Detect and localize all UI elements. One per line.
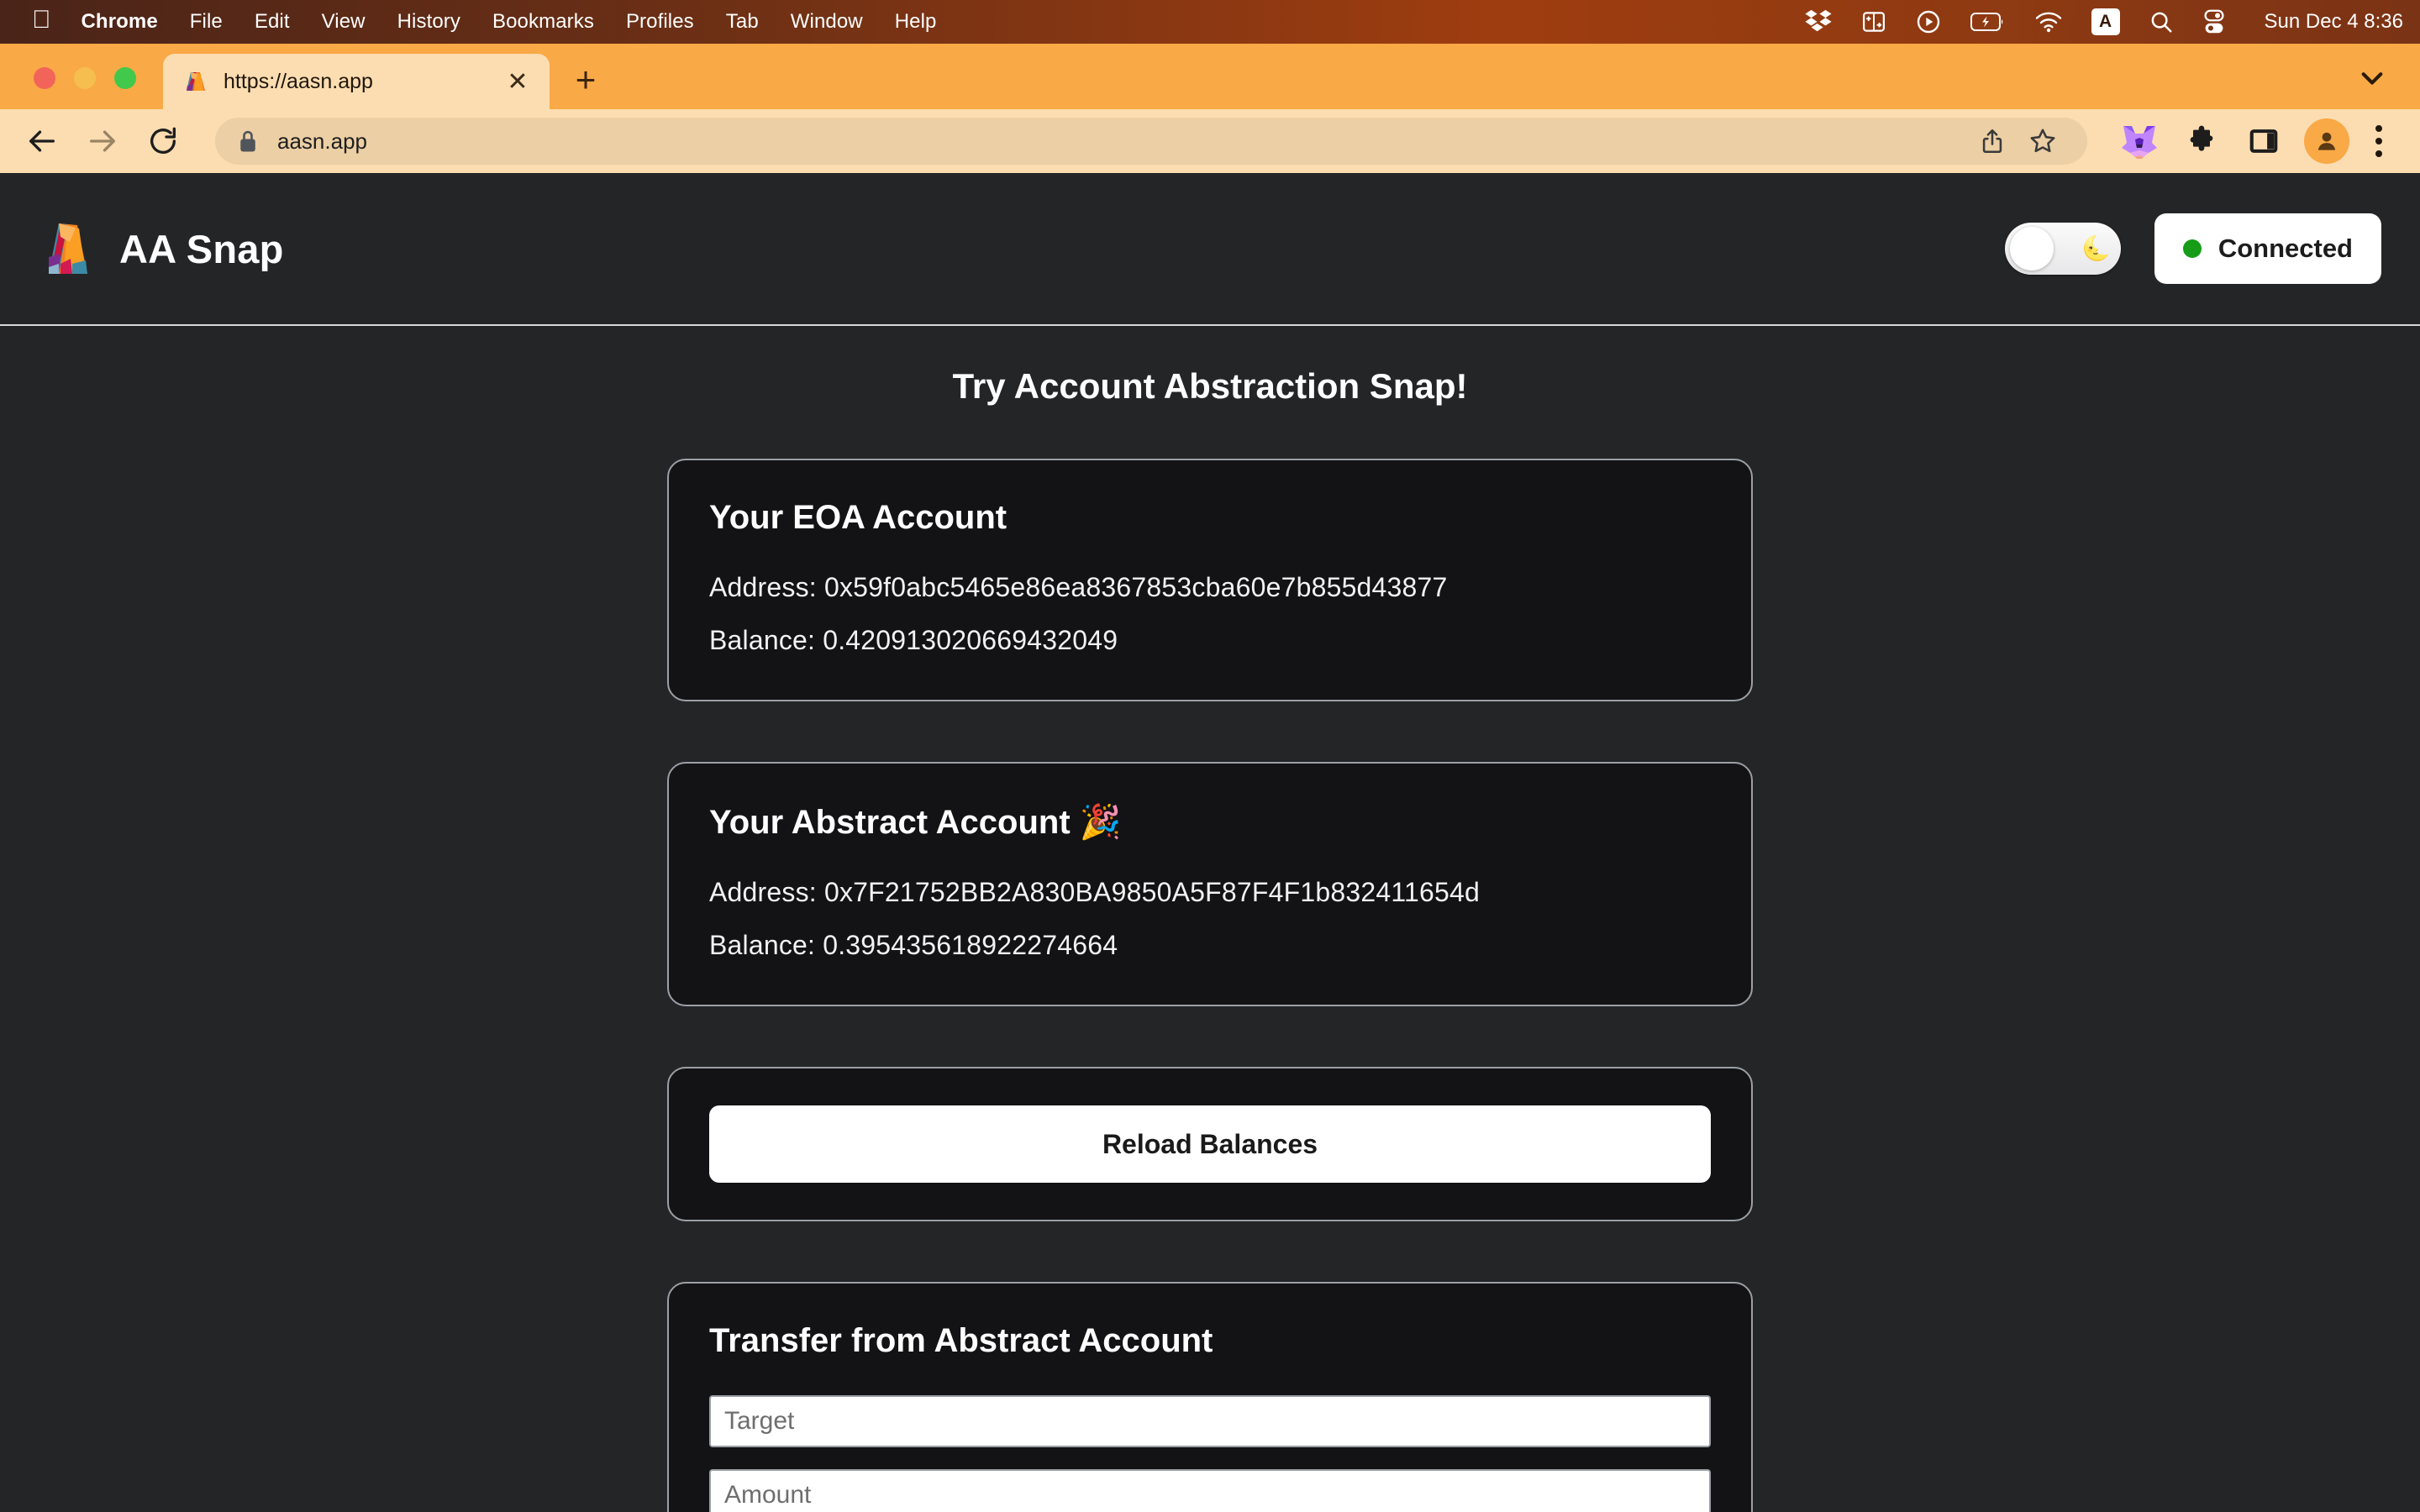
- browser-tab-strip: https://aasn.app ✕ +: [0, 44, 2420, 109]
- menu-item-bookmarks[interactable]: Bookmarks: [492, 10, 594, 34]
- search-icon[interactable]: [2149, 9, 2174, 34]
- menubar-tray: A Sun Dec 4 8:36: [1804, 8, 2403, 36]
- abstract-account-balance: Balance: 0.395435618922274664: [709, 930, 1118, 960]
- control-center-icon[interactable]: [2202, 9, 2226, 34]
- window-split-icon[interactable]: [1861, 9, 1886, 34]
- eoa-account-card: Your EOA Account Address: 0x59f0abc5465e…: [667, 459, 1753, 701]
- page-viewport: AA Snap 🌜 Connected Try Account Abstract…: [0, 173, 2420, 1512]
- macos-menubar:  Chrome File Edit View History Bookmark…: [0, 0, 2420, 44]
- puzzle-piece-icon[interactable]: [2176, 116, 2227, 166]
- input-source-a-icon[interactable]: A: [2091, 8, 2120, 35]
- new-tab-button[interactable]: +: [560, 54, 612, 106]
- page-content: Try Account Abstraction Snap! Your EOA A…: [0, 326, 2420, 1512]
- metamask-fox-icon[interactable]: [2114, 116, 2165, 166]
- window-traffic-lights: [0, 67, 158, 109]
- reload-icon[interactable]: [136, 114, 190, 168]
- share-icon[interactable]: [1970, 118, 2015, 164]
- profile-avatar-icon[interactable]: [2304, 118, 2349, 164]
- kebab-dot: [2375, 125, 2382, 132]
- brand-name: AA Snap: [119, 226, 284, 271]
- toggle-knob: [2009, 227, 2054, 270]
- arrow-left-icon[interactable]: [15, 114, 69, 168]
- abstract-account-address: Address: 0x7F21752BB2A830BA9850A5F87F4F1…: [709, 877, 1480, 907]
- kebab-dot: [2375, 138, 2382, 144]
- browser-tab-title: https://aasn.app: [224, 69, 373, 93]
- transfer-target-input[interactable]: [709, 1395, 1711, 1447]
- connection-status-button[interactable]: Connected: [2154, 213, 2381, 284]
- reload-balances-button[interactable]: Reload Balances: [709, 1105, 1711, 1183]
- page-title: Try Account Abstraction Snap!: [952, 366, 1468, 406]
- connection-status-label: Connected: [2217, 234, 2353, 263]
- aa-snap-favicon: [183, 69, 208, 94]
- lock-icon[interactable]: [237, 129, 259, 154]
- menubar-clock[interactable]: Sun Dec 4 8:36: [2265, 10, 2403, 34]
- kebab-dot: [2375, 150, 2382, 157]
- status-indicator-dot: [2182, 239, 2202, 258]
- browser-tab[interactable]: https://aasn.app ✕: [163, 54, 550, 109]
- menu-item-history[interactable]: History: [397, 10, 460, 34]
- abstract-account-card: Your Abstract Account 🎉 Address: 0x7F217…: [667, 762, 1753, 1006]
- star-icon[interactable]: [2020, 118, 2065, 164]
- arrow-right-icon[interactable]: [76, 114, 129, 168]
- zoom-window-button[interactable]: [114, 67, 136, 89]
- eoa-account-address: Address: 0x59f0abc5465e86ea8367853cba60e…: [709, 572, 1448, 602]
- menu-item-file[interactable]: File: [190, 10, 223, 34]
- brand[interactable]: AA Snap: [42, 220, 284, 277]
- browser-toolbar: aasn.app: [0, 109, 2420, 173]
- address-bar[interactable]: aasn.app: [215, 118, 2087, 165]
- wifi-icon[interactable]: [2034, 11, 2063, 33]
- menu-item-help[interactable]: Help: [895, 10, 937, 34]
- reload-balances-card: Reload Balances: [667, 1067, 1753, 1221]
- aa-snap-logo: [42, 220, 94, 277]
- menu-item-profiles[interactable]: Profiles: [626, 10, 694, 34]
- menu-item-window[interactable]: Window: [791, 10, 863, 34]
- close-icon[interactable]: ✕: [501, 65, 534, 98]
- dark-mode-toggle[interactable]: 🌜: [2004, 223, 2121, 275]
- abstract-account-title: Your Abstract Account 🎉: [709, 804, 1122, 841]
- side-panel-icon[interactable]: [2238, 116, 2289, 166]
- chevron-down-icon[interactable]: [2346, 52, 2398, 104]
- menu-item-tab[interactable]: Tab: [726, 10, 759, 34]
- minimize-window-button[interactable]: [74, 67, 96, 89]
- eoa-account-title: Your EOA Account: [709, 499, 1007, 536]
- app-header: AA Snap 🌜 Connected: [0, 173, 2420, 326]
- transfer-amount-input[interactable]: [709, 1469, 1711, 1512]
- apple-menu-icon[interactable]: : [32, 8, 51, 33]
- close-window-button[interactable]: [34, 67, 55, 89]
- menu-item-chrome[interactable]: Chrome: [82, 10, 158, 34]
- menu-item-edit[interactable]: Edit: [255, 10, 290, 34]
- dropbox-icon[interactable]: [1804, 8, 1833, 36]
- transfer-card: Transfer from Abstract Account: [667, 1282, 1753, 1512]
- screen-record-icon[interactable]: [1915, 8, 1942, 35]
- address-bar-url: aasn.app: [277, 128, 367, 154]
- battery-charging-icon[interactable]: [1970, 11, 2006, 33]
- transfer-card-title: Transfer from Abstract Account: [709, 1322, 1213, 1359]
- three-dot-menu-icon[interactable]: [2360, 116, 2398, 166]
- eoa-account-balance: Balance: 0.420913020669432049: [709, 625, 1118, 655]
- menu-item-view[interactable]: View: [322, 10, 366, 34]
- moon-icon: 🌜: [2081, 235, 2111, 261]
